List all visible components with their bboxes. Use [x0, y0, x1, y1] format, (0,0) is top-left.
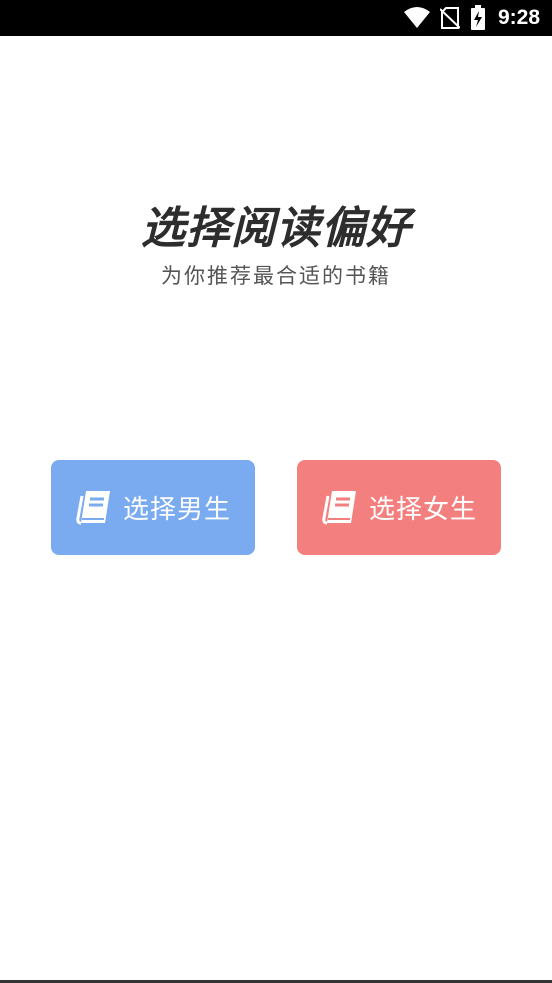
page-subtitle: 为你推荐最合适的书籍 [161, 264, 391, 288]
page-title: 选择阅读偏好 [141, 203, 411, 254]
no-sim-icon [439, 7, 460, 29]
wifi-icon [403, 7, 430, 28]
choose-male-button[interactable]: 选择男生 [51, 460, 255, 555]
title-block: 选择阅读偏好 为你推荐最合适的书籍 [0, 200, 552, 292]
battery-charging-icon [470, 5, 485, 30]
choose-female-label: 选择女生 [368, 495, 477, 525]
choose-female-button[interactable]: 选择女生 [297, 460, 501, 555]
book-icon [76, 490, 110, 524]
status-bar: 9:28 [0, 0, 552, 36]
status-time: 9:28 [497, 6, 540, 29]
choose-male-label: 选择男生 [122, 495, 231, 525]
status-icons: 9:28 [403, 0, 540, 36]
book-icon [322, 490, 356, 524]
